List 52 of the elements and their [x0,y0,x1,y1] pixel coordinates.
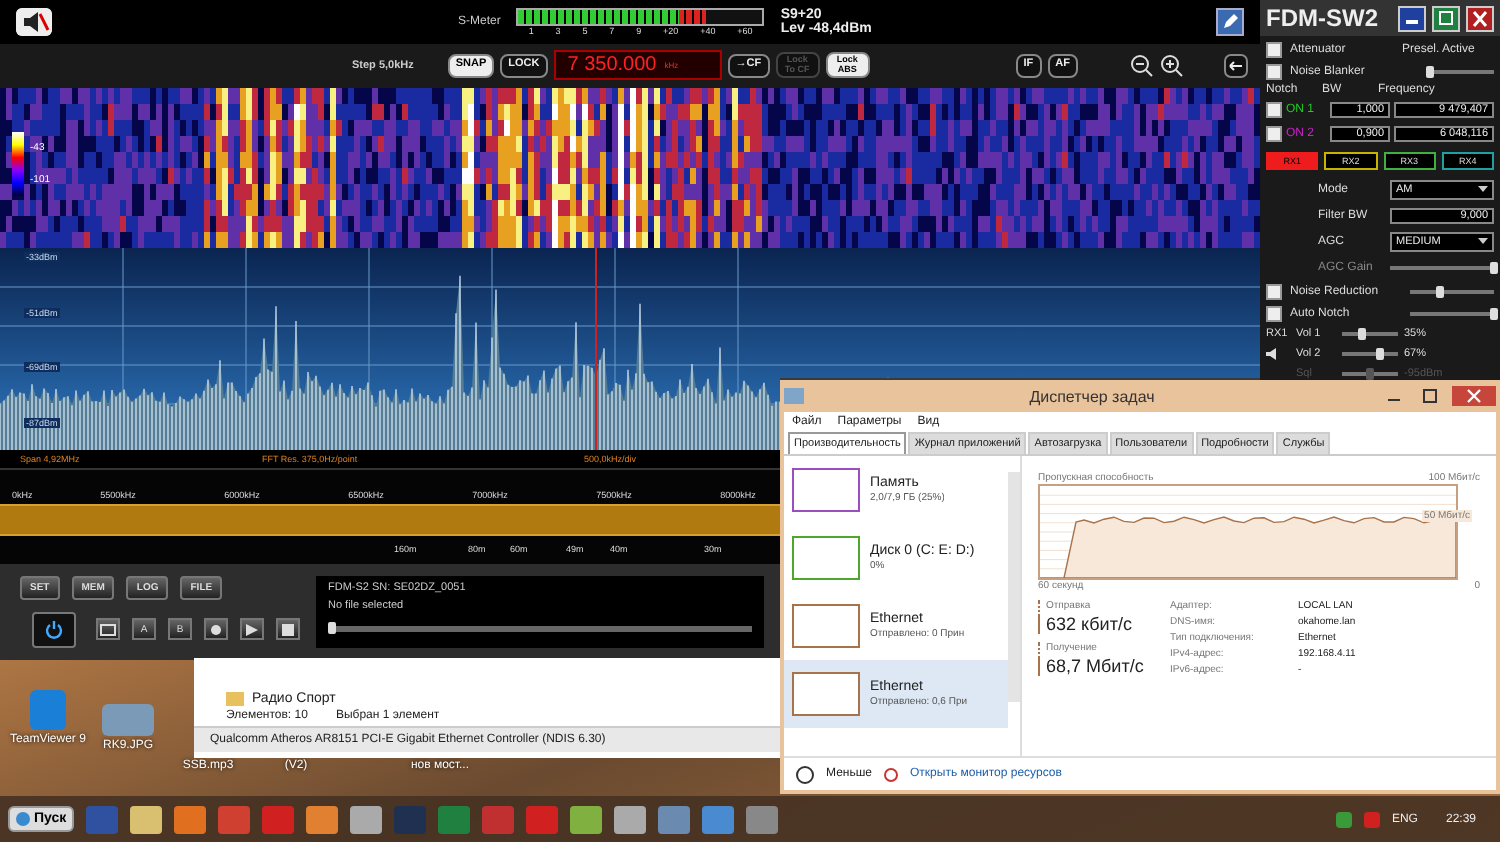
taskbar-app-icon[interactable] [614,805,647,833]
dropdown-arrow-icon [1478,235,1488,245]
slider-thumb[interactable] [1375,348,1384,360]
folder-icon [226,692,244,706]
taskbar-app-icon[interactable] [130,805,163,833]
checkbox[interactable] [1266,41,1282,57]
color-scale-bar [12,132,24,197]
slider-thumb[interactable] [1435,285,1444,297]
stop-icon [282,623,294,636]
start-icon [16,812,30,826]
checkbox[interactable] [1266,63,1282,79]
slider-thumb[interactable] [328,621,336,634]
checkbox[interactable] [1266,126,1282,142]
record-icon [210,623,222,636]
pen-icon[interactable] [1216,7,1244,36]
window-title: Диспетчер задач [1027,387,1157,405]
play-icon [246,623,258,636]
stop-button[interactable] [276,618,300,641]
checkbox[interactable] [1266,102,1282,118]
slider-thumb[interactable] [1490,261,1498,273]
checkbox[interactable] [1266,305,1282,321]
taskbar-app-icon[interactable] [174,805,207,833]
slider-thumb[interactable] [1490,307,1498,319]
power-icon [44,619,64,640]
scrollbar[interactable] [1008,472,1020,702]
zoom-in-icon[interactable] [1160,53,1184,78]
panel-title: FDM-SW2 [1266,4,1380,32]
slider-thumb[interactable] [1426,65,1434,77]
app-icon [784,388,804,404]
taskbar-app-icon[interactable] [306,805,339,833]
taskbar-app-icon[interactable] [746,805,779,833]
power-button[interactable] [32,611,76,648]
playback-slider[interactable] [328,625,752,632]
play-button[interactable] [240,618,264,641]
collapse-icon[interactable] [796,765,814,783]
taskbar-app-icon[interactable] [702,805,735,833]
zoom-out-icon[interactable] [1130,53,1154,78]
slider-thumb[interactable] [1357,328,1366,340]
taskbar-app-icon[interactable] [658,805,691,833]
taskbar-app-icon[interactable] [350,805,383,833]
maximize-icon[interactable] [1432,5,1460,31]
record-button[interactable] [204,618,228,641]
dropdown-arrow-icon [1478,183,1488,193]
send-value: 632 кбит/с [1038,614,1158,634]
mute-icon[interactable] [16,7,52,36]
taskbar-app-icon[interactable] [570,805,603,833]
receive-value: 68,7 Мбит/с [1038,656,1158,676]
speaker-icon [1266,348,1278,360]
close-icon[interactable] [1466,5,1494,31]
checkbox[interactable] [1266,283,1282,299]
minimize-icon[interactable] [1398,5,1426,31]
gauge-icon [884,767,898,781]
